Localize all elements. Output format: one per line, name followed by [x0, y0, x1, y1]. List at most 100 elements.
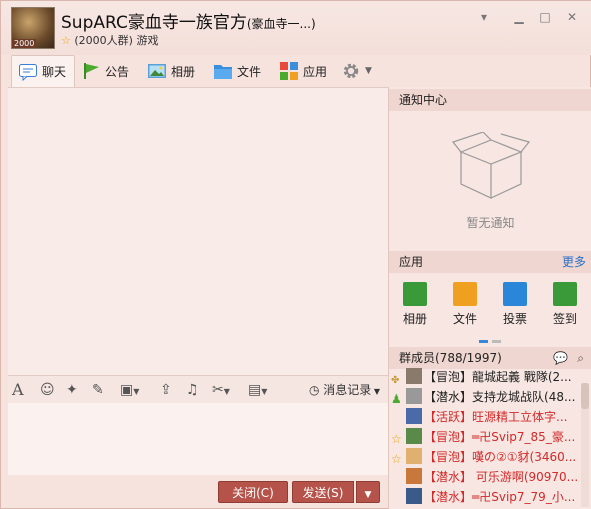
- member-name: 嘆の②①豺(3460...: [472, 450, 577, 464]
- page-dot: [491, 340, 501, 343]
- member-name: 旺源精工立体字...: [472, 410, 568, 424]
- chat-bubble-icon: [19, 63, 37, 81]
- tab-label: 聊天: [42, 65, 67, 79]
- member-role: 【潜水】: [424, 490, 473, 504]
- chat-bubble-icon[interactable]: 💬: [553, 347, 568, 369]
- message-history-button[interactable]: ◷ 消息记录 ▼: [309, 381, 380, 398]
- members-title: 群成员(788/1997): [399, 351, 502, 365]
- app-album[interactable]: 相册: [395, 282, 435, 327]
- chevron-down-icon: ▼: [365, 66, 372, 76]
- send-options-arrow[interactable]: ▼: [356, 481, 380, 503]
- app-files[interactable]: 文件: [445, 282, 485, 327]
- dropdown-arrow-icon[interactable]: ▾: [476, 9, 492, 25]
- avatar: [406, 388, 422, 404]
- member-role: 【冒泡】: [424, 370, 473, 384]
- page-indicator: [479, 332, 501, 343]
- screenshot-scissors-icon[interactable]: ✂▼: [212, 381, 230, 399]
- font-icon[interactable]: A: [12, 381, 24, 399]
- more-tools-icon[interactable]: ▤▼: [248, 381, 267, 399]
- apps-header: 应用 更多: [389, 251, 591, 273]
- group-avatar[interactable]: 2000: [11, 7, 55, 49]
- edit-toolbar: A ☺ ✦ ✎ ▣▼ ⇪ ♫ ✂▼ ▤▼ ◷ 消息记录 ▼: [8, 375, 388, 403]
- tab-label: 文件: [237, 64, 262, 79]
- folder-icon: [214, 65, 232, 79]
- apps-title: 应用: [399, 255, 424, 269]
- tab-files[interactable]: 文件: [213, 55, 261, 87]
- apps-grid-icon: [280, 62, 298, 80]
- member-row[interactable]: 【活跃】旺源精工立体字...: [391, 407, 579, 427]
- member-row[interactable]: ☆ 【冒泡】嘆の②①豺(3460...: [391, 447, 579, 467]
- member-row[interactable]: 【潜水】═卍Svip7_79_小...: [391, 487, 579, 507]
- member-row[interactable]: ♟ 【潜水】支持龙城战队(48...: [391, 387, 579, 407]
- close-button[interactable]: 关闭(C): [218, 481, 288, 503]
- notice-title: 通知中心: [399, 93, 448, 107]
- avatar: [406, 488, 422, 504]
- group-name[interactable]: SupARC豪血寺一族官方(豪血寺一...): [61, 8, 316, 33]
- tab-album[interactable]: 相册: [147, 55, 195, 87]
- group-name-sub: (豪血寺一...): [246, 17, 316, 31]
- magic-wand-icon[interactable]: ✦: [66, 381, 78, 399]
- gear-icon: [343, 63, 359, 79]
- chevron-down-icon: ▼: [364, 490, 372, 500]
- star-icon: ☆: [61, 34, 71, 47]
- chevron-down-icon: ▼: [371, 387, 380, 396]
- app-label: 文件: [452, 312, 477, 326]
- image-icon[interactable]: ▣▼: [120, 381, 139, 399]
- app-label: 签到: [552, 312, 577, 326]
- history-label: 消息记录: [323, 383, 372, 397]
- member-row[interactable]: 【潜水】 可乐游啊(90970...: [391, 467, 579, 487]
- member-list-scrollbar[interactable]: [581, 383, 589, 507]
- tab-chat[interactable]: 聊天: [11, 55, 76, 87]
- more-apps-link[interactable]: 更多: [562, 251, 586, 273]
- group-chat-window: 2000 SupARC豪血寺一族官方(豪血寺一...) ☆ (2000人群) 游…: [0, 0, 591, 509]
- member-row[interactable]: ✤ 【冒泡】龍城起義 戰隊(2...: [391, 367, 579, 387]
- app-vote[interactable]: 投票: [495, 282, 535, 327]
- close-icon[interactable]: ✕: [564, 9, 580, 25]
- app-checkin[interactable]: 签到: [545, 282, 585, 327]
- message-input[interactable]: [8, 403, 388, 475]
- member-row[interactable]: ☆ 【冒泡】═卍Svip7_85_豪...: [391, 427, 579, 447]
- maximize-icon[interactable]: □: [537, 9, 553, 25]
- app-label: 投票: [502, 312, 527, 326]
- group-name-main: SupARC豪血寺一族官方: [61, 13, 247, 33]
- settings-menu[interactable]: ▼: [341, 55, 372, 87]
- tab-label: 应用: [303, 64, 328, 79]
- member-name: 支持龙城战队(48...: [472, 390, 576, 404]
- admin-person-icon: ♟: [391, 392, 402, 406]
- avatar: [406, 368, 422, 384]
- clock-icon: ◷: [308, 383, 320, 397]
- avatar: [406, 448, 422, 464]
- message-area[interactable]: [8, 87, 388, 375]
- star-icon: ☆: [391, 432, 402, 446]
- search-icon[interactable]: ⌕: [577, 347, 584, 369]
- empty-box-icon: [451, 132, 531, 199]
- group-meta-text: (2000人群) 游戏: [74, 34, 159, 47]
- edit-image-icon[interactable]: ✎: [92, 381, 104, 399]
- upload-icon[interactable]: ⇪: [160, 381, 172, 399]
- send-button[interactable]: 发送(S): [292, 481, 354, 503]
- minimize-icon[interactable]: ▁: [511, 9, 527, 25]
- star-icon: ☆: [391, 452, 402, 466]
- title-bar: 2000 SupARC豪血寺一族官方(豪血寺一...) ☆ (2000人群) 游…: [1, 1, 591, 55]
- tab-label: 公告: [105, 64, 130, 79]
- right-panel: 通知中心 暂无通知 应用 更多 相册 文件 投票 签到 群成员(788/1997…: [388, 87, 591, 509]
- tab-apps[interactable]: 应用: [279, 55, 327, 87]
- music-icon[interactable]: ♫: [186, 381, 199, 399]
- tab-announcement[interactable]: 公告: [81, 55, 129, 87]
- blank-icon: [391, 469, 405, 483]
- member-name: ═卍Svip7_85_豪...: [472, 430, 576, 444]
- member-role: 【冒泡】: [424, 450, 473, 464]
- member-role: 【冒泡】: [424, 430, 473, 444]
- member-role: 【潜水】: [424, 470, 473, 484]
- scrollbar-thumb[interactable]: [581, 383, 589, 409]
- blank-icon: [391, 489, 405, 503]
- member-role: 【潜水】: [424, 390, 473, 404]
- app-label: 相册: [402, 312, 427, 326]
- photo-album-icon: [148, 64, 166, 78]
- page-dot-active: [479, 340, 488, 343]
- photo-album-icon: [403, 282, 427, 306]
- blank-icon: [391, 409, 405, 423]
- group-meta: ☆ (2000人群) 游戏: [61, 32, 158, 48]
- emoji-icon[interactable]: ☺: [40, 381, 55, 399]
- tab-label: 相册: [171, 64, 196, 79]
